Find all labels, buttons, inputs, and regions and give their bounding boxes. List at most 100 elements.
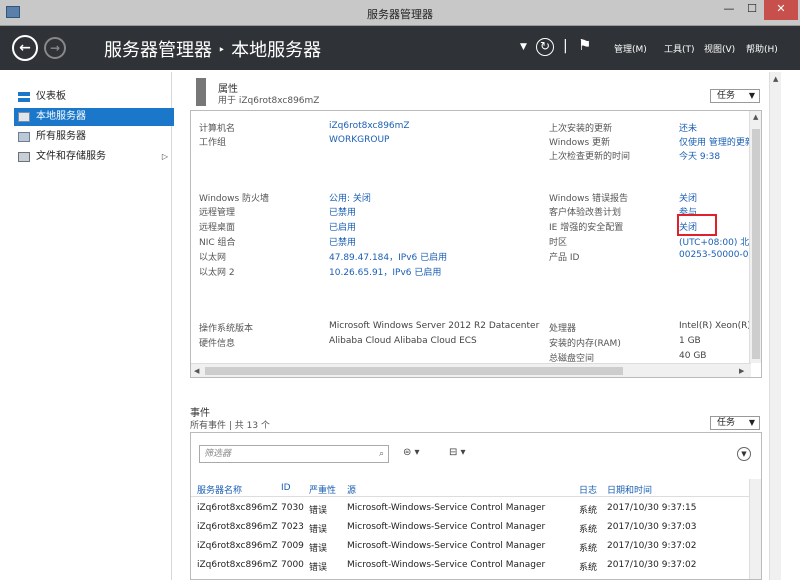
dashboard-icon (18, 92, 30, 102)
column-header-id[interactable]: ID (281, 483, 291, 493)
breadcrumb-root[interactable]: 服务器管理器 (104, 40, 212, 61)
scroll-up-icon[interactable]: ▲ (753, 113, 758, 121)
column-header-log[interactable]: 日志 (579, 483, 597, 496)
properties-header: 属性 用于 iZq6rot8xc896mZ (190, 78, 766, 108)
separator-bar-icon: | (563, 38, 568, 54)
cell-server: iZq6rot8xc896mZ (197, 522, 278, 532)
column-header-datetime[interactable]: 日期和时间 (607, 483, 652, 496)
sidebar-item-label: 所有服务器 (36, 131, 86, 142)
filter-placeholder: 筛选器 (204, 449, 232, 459)
prop-label-last-check: 上次检查更新的时间 (549, 152, 631, 162)
events-tasks-button[interactable]: 任务 ▼ (710, 416, 760, 430)
properties-vertical-scrollbar[interactable]: ▲ (749, 111, 761, 363)
prop-value-timezone[interactable]: (UTC+08:00) 北京 (679, 235, 758, 248)
cell-severity: 错误 (309, 544, 328, 554)
prop-label-error-reporting: Windows 错误报告 (549, 194, 629, 204)
column-header-source[interactable]: 源 (347, 483, 356, 496)
sidebar-item-label: 本地服务器 (36, 111, 86, 122)
scroll-thumb[interactable] (205, 367, 623, 375)
scroll-left-icon[interactable]: ◀ (194, 367, 199, 375)
cell-datetime: 2017/10/30 9:37:15 (607, 503, 697, 513)
cell-id: 7000 (281, 560, 304, 570)
cell-server: iZq6rot8xc896mZ (197, 541, 278, 551)
minimize-button[interactable]: — (718, 0, 740, 20)
scroll-right-icon[interactable]: ▶ (739, 367, 744, 375)
prop-value-ethernet[interactable]: 47.89.47.184，IPv6 已启用 (329, 250, 447, 263)
table-row[interactable]: iZq6rot8xc896mZ 7009 错误 Microsoft-Window… (191, 537, 751, 556)
prop-value-windows-update[interactable]: 仅使用 管理的更新 (679, 135, 754, 148)
prop-value-last-update[interactable]: 还未 (679, 121, 697, 134)
back-button[interactable]: ← (12, 35, 38, 61)
sidebar-item-dashboard[interactable]: 仪表板 (14, 88, 170, 106)
sidebar: 仪表板 本地服务器 所有服务器 文件和存储服务 ▷ (6, 72, 176, 580)
prop-value-ethernet-2[interactable]: 10.26.65.91，IPv6 已启用 (329, 265, 441, 278)
prop-label-workgroup: 工作组 (199, 138, 227, 148)
servers-icon (18, 132, 30, 142)
table-row[interactable]: iZq6rot8xc896mZ 7030 错误 Microsoft-Window… (191, 499, 751, 518)
prop-value-error-reporting[interactable]: 关闭 (679, 191, 697, 204)
menu-manage[interactable]: 管理(M) (614, 42, 647, 55)
tasks-label: 任务 (717, 91, 736, 101)
scroll-up-icon[interactable]: ▲ (773, 75, 778, 83)
prop-label-remote-desktop: 远程桌面 (199, 223, 236, 233)
table-row[interactable]: iZq6rot8xc896mZ 7000 错误 Microsoft-Window… (191, 556, 751, 575)
sidebar-item-all-servers[interactable]: 所有服务器 (14, 128, 170, 146)
cell-source: Microsoft-Windows-Service Control Manage… (347, 560, 546, 570)
sidebar-item-label: 文件和存储服务 (36, 151, 106, 162)
main-content: 属性 用于 iZq6rot8xc896mZ 任务 ▼ 计算机名 iZq6rot8x… (174, 72, 800, 580)
maximize-button[interactable]: ☐ (741, 0, 763, 20)
cell-server: iZq6rot8xc896mZ (197, 560, 278, 570)
chevron-right-icon[interactable]: ▷ (162, 148, 168, 166)
menu-help[interactable]: 帮助(H) (746, 42, 778, 55)
menu-tools[interactable]: 工具(T) (664, 42, 695, 55)
prop-value-firewall[interactable]: 公用: 关闭 (329, 191, 371, 204)
forward-button[interactable]: → (44, 37, 66, 59)
prop-value-nic-teaming[interactable]: 已禁用 (329, 235, 356, 248)
cell-datetime: 2017/10/30 9:37:02 (607, 560, 697, 570)
prop-label-os-version: 操作系统版本 (199, 324, 254, 334)
prop-label-last-update: 上次安装的更新 (549, 124, 613, 134)
properties-tasks-button[interactable]: 任务 ▼ (710, 89, 760, 103)
cell-severity: 错误 (309, 563, 328, 573)
sidebar-item-label: 仪表板 (36, 91, 66, 102)
list-options-icon[interactable]: ⊜ ▾ (403, 447, 420, 458)
prop-value-remote-desktop[interactable]: 已启用 (329, 220, 356, 233)
properties-panel: 计算机名 iZq6rot8xc896mZ 工作组 WORKGROUP 上次安装的… (190, 110, 762, 378)
prop-label-ethernet-2: 以太网 2 (199, 268, 235, 278)
filter-input[interactable]: 筛选器 ⌕ (199, 445, 389, 463)
prop-value-hardware: Alibaba Cloud Alibaba Cloud ECS (329, 336, 477, 346)
chevron-down-icon: ▼ (748, 418, 755, 427)
cell-server: iZq6rot8xc896mZ (197, 503, 278, 513)
main-vertical-scrollbar[interactable]: ▲ (769, 72, 781, 580)
save-query-icon[interactable]: ⊟ ▾ (449, 447, 466, 458)
menu-view[interactable]: 视图(V) (704, 42, 735, 55)
sidebar-item-local-server[interactable]: 本地服务器 (14, 108, 176, 126)
cell-datetime: 2017/10/30 9:37:02 (607, 541, 697, 551)
prop-label-nic-teaming: NIC 组合 (199, 238, 236, 248)
prop-value-computer-name[interactable]: iZq6rot8xc896mZ (329, 121, 410, 131)
notifications-flag-icon[interactable]: ⚑ (578, 36, 591, 54)
properties-horizontal-scrollbar[interactable]: ◀ ▶ (191, 363, 751, 377)
prop-label-ceip: 客户体验改善计划 (549, 208, 622, 218)
cell-source: Microsoft-Windows-Service Control Manage… (347, 541, 546, 551)
prop-value-product-id[interactable]: 00253-50000-00 (679, 250, 754, 260)
events-subtitle: 所有事件 | 共 13 个 (190, 421, 270, 431)
events-vertical-scrollbar[interactable] (749, 479, 761, 579)
prop-value-last-check[interactable]: 今天 9:38 (679, 149, 720, 162)
expand-icon[interactable]: ▼ (737, 447, 751, 461)
prop-label-computer-name: 计算机名 (199, 124, 236, 134)
scroll-thumb[interactable] (752, 129, 760, 359)
prop-value-disk: 40 GB (679, 351, 707, 361)
breadcrumb: 服务器管理器 ‣ 本地服务器 (104, 36, 321, 62)
prop-value-workgroup[interactable]: WORKGROUP (329, 135, 389, 145)
table-row[interactable]: iZq6rot8xc896mZ 7023 错误 Microsoft-Window… (191, 518, 751, 537)
sidebar-item-file-storage[interactable]: 文件和存储服务 ▷ (14, 148, 170, 166)
search-icon[interactable]: ⌕ (379, 446, 384, 462)
refresh-icon[interactable]: ↻ (536, 38, 554, 56)
prop-value-remote-management[interactable]: 已禁用 (329, 205, 356, 218)
close-button[interactable]: ✕ (764, 0, 798, 20)
cell-id: 7030 (281, 503, 304, 513)
column-header-server[interactable]: 服务器名称 (197, 483, 242, 496)
column-header-severity[interactable]: 严重性 (309, 483, 336, 496)
dropdown-arrow-icon[interactable]: ▼ (520, 42, 527, 52)
